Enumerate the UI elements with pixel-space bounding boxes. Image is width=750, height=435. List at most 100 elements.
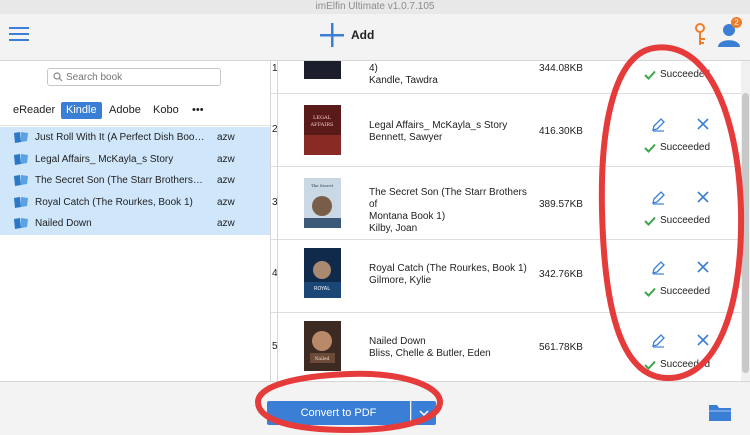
file-size: 344.08KB [539,63,583,74]
book-format: azw [217,132,235,143]
author-line: Gilmore, Kylie [369,275,432,286]
search-icon [53,72,63,82]
title-line: Nailed Down [369,336,426,347]
row-number: 1 [272,63,278,74]
close-icon[interactable] [697,334,709,346]
row-number: 3 [272,197,278,208]
book-title: Legal Affairs_ McKayla_s Story [35,153,174,165]
close-icon[interactable] [697,191,709,203]
book-icon [14,153,28,165]
close-icon[interactable] [697,261,709,273]
book-format: azw [217,153,235,165]
book-title: The Secret Son (The Starr Brothers of … [35,175,205,186]
check-icon [644,360,656,370]
tab-kobo[interactable]: Kobo [148,102,184,119]
row-number: 2 [272,124,278,135]
author-line: Bennett, Sawyer [369,132,443,143]
book-format: azw [217,196,235,208]
status-succeeded: Succeeded [644,359,710,370]
author-line: Kandle, Tawdra [369,75,438,86]
add-label: Add [351,28,375,42]
book-cover-image: Just Rollwith it [304,61,341,79]
edit-icon[interactable] [651,190,666,205]
conversion-title: 4) Kandle, Tawdra [369,63,534,87]
list-item[interactable]: The Secret Son (The Starr Brothers of … … [0,170,270,192]
book-title: Just Roll With It (A Perfect Dish Book 4… [35,132,205,143]
book-cover-image: The Secret [304,178,341,228]
tab-kindle[interactable]: Kindle [61,102,102,119]
list-item[interactable]: Just Roll With It (A Perfect Dish Book 4… [0,127,270,149]
status-text: Succeeded [660,359,711,370]
check-icon [644,216,656,226]
conversion-title: Nailed Down Bliss, Chelle & Butler, Eden [369,336,534,360]
more-tabs-button[interactable]: ••• [187,102,209,119]
check-icon [644,143,656,153]
svg-text:Nailed: Nailed [314,356,329,362]
book-icon [14,218,28,229]
window-title: imElfin Ultimate v1.0.7.105 [0,0,750,14]
table-row: 4 ROYAL Royal Catch (The Rourkes, Book 1… [271,240,741,313]
status-succeeded: Succeeded [644,142,710,153]
check-icon [644,287,656,297]
book-cover-image: Nailed [304,321,341,371]
notification-badge: 2 [731,17,742,28]
svg-text:The Secret: The Secret [311,183,334,188]
add-button[interactable]: Add [319,21,374,49]
file-size: 416.30KB [539,126,583,137]
table-row: 3 The Secret The Secret Son (The Starr B… [271,167,741,240]
book-icon [14,132,28,143]
conversion-list-panel: 1 Just Rollwith it 4) Kandle, Tawdra 344… [271,61,750,381]
author-line: Kilby, Joan [369,223,418,234]
status-text: Succeeded [660,69,711,80]
book-list: Just Roll With It (A Perfect Dish Book 4… [0,127,270,235]
close-icon[interactable] [697,118,709,130]
bottom-bar: Convert to PDF [0,381,750,435]
source-tabs: eReader Kindle Adobe Kobo ••• [0,95,270,125]
edit-icon[interactable] [651,117,666,132]
folder-icon[interactable] [708,402,732,422]
key-icon[interactable] [693,22,707,51]
svg-text:AFFAIRS: AFFAIRS [310,122,334,128]
title-line: Legal Affairs_ McKayla_s Story [369,120,508,131]
author-line: Bliss, Chelle & Butler, Eden [369,348,491,359]
search-box[interactable] [47,68,221,86]
search-input[interactable] [66,69,216,85]
table-row: 1 Just Rollwith it 4) Kandle, Tawdra 344… [271,61,741,94]
tabs-divider [0,125,270,126]
title-line: 4) [369,63,378,74]
file-size: 561.78KB [539,342,583,353]
list-item[interactable]: Royal Catch (The Rourkes, Book 1) azw [0,191,270,213]
menu-icon[interactable] [7,24,31,44]
table-row: 5 Nailed Nailed Down Bliss, Chelle & But… [271,313,741,381]
chevron-down-icon [419,410,429,417]
book-library-panel: eReader Kindle Adobe Kobo ••• Just Roll … [0,61,271,381]
file-size: 389.57KB [539,199,583,210]
scrollbar-thumb[interactable] [742,93,749,373]
status-text: Succeeded [660,215,711,226]
book-title: Nailed Down [35,218,92,229]
conversion-title: The Secret Son (The Starr Brothers of Mo… [369,187,534,235]
table-row: 2 LEGAL AFFAIRS Legal Affairs_ McKayla_s … [271,94,741,167]
row-number: 5 [272,341,278,352]
title-line: Royal Catch (The Rourkes, Book 1) [369,263,527,274]
title-line: Montana Book 1) [369,211,446,222]
book-icon [14,175,28,186]
list-item[interactable]: Nailed Down azw [0,213,270,235]
output-format-dropdown[interactable] [411,401,436,425]
book-cover-image: LEGALAFFAIRS [304,105,341,155]
scrollbar[interactable] [741,61,750,381]
book-format: azw [217,218,235,229]
edit-icon[interactable] [651,333,666,348]
row-number: 4 [272,268,278,279]
plus-icon [320,23,344,47]
status-succeeded: Succeeded [644,286,710,297]
svg-text:ROYAL: ROYAL [314,286,330,292]
tab-adobe[interactable]: Adobe [104,102,146,119]
file-size: 342.76KB [539,269,583,280]
convert-to-pdf-button[interactable]: Convert to PDF [267,401,410,425]
edit-icon[interactable] [651,260,666,275]
list-item[interactable]: Legal Affairs_ McKayla_s Story azw [0,148,270,170]
status-text: Succeeded [660,286,711,297]
conversion-title: Legal Affairs_ McKayla_s Story Bennett, … [369,120,534,144]
tab-ereader[interactable]: eReader [8,102,60,119]
